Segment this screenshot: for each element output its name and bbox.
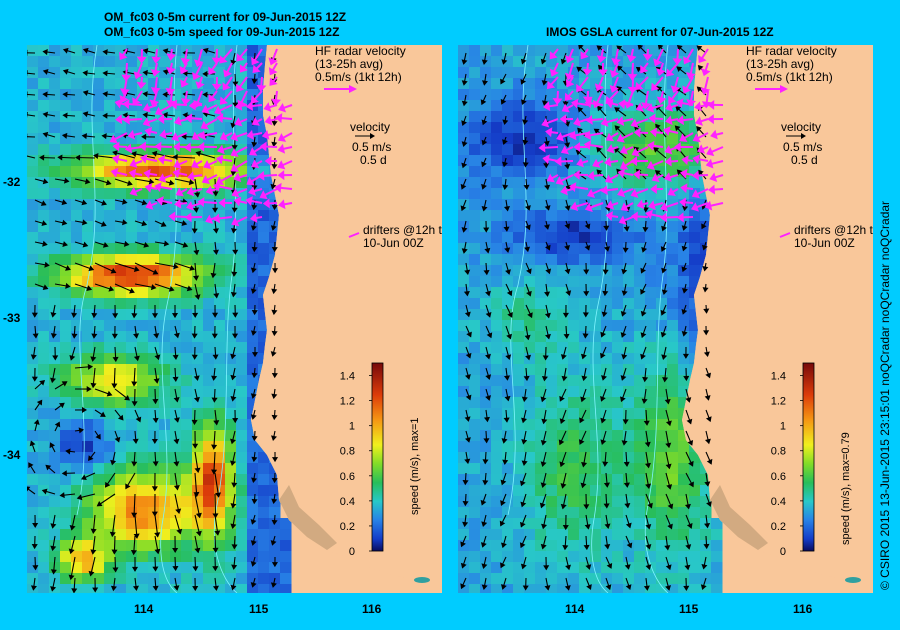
colorbar-tick-label: 0.4 <box>340 496 355 508</box>
left-drifters-line1: drifters @12h to <box>363 223 442 237</box>
island <box>845 577 861 583</box>
colorbar-tick-label: 1 <box>349 421 355 433</box>
colorbar-tick-label: 1.4 <box>340 371 355 383</box>
x-tick-115-left: 115 <box>249 602 269 616</box>
colorbar-tick-label: 0 <box>780 546 786 558</box>
left-velocity-time: 0.5 d <box>360 153 387 167</box>
left-hf-scale: 0.5m/s (1kt 12h) <box>315 70 402 84</box>
island <box>414 577 430 583</box>
colorbar-tick-label: 1.2 <box>771 396 786 408</box>
colorbar-tick-label: 0.2 <box>771 521 786 533</box>
right-drifters-line1: drifters @12h to <box>794 223 873 237</box>
y-tick-33: -33 <box>3 311 21 325</box>
y-tick-34: -34 <box>3 448 21 462</box>
colorbar-tick-label: 0.8 <box>771 446 786 458</box>
x-tick-114-right: 114 <box>565 602 585 616</box>
left-velocity-label: velocity <box>350 120 391 134</box>
right-velocity-label: velocity <box>781 120 822 134</box>
right-hf-scale: 0.5m/s (1kt 12h) <box>746 70 833 84</box>
left-colorbar-title: speed (m/s), max=1 <box>409 417 421 515</box>
left-title-line2: OM_fc03 0-5m speed for 09-Jun-2015 12Z <box>104 25 340 39</box>
left-velocity-speed: 0.5 m/s <box>352 140 392 154</box>
left-hf-avg: (13-25h avg) <box>315 57 384 71</box>
speed-grid <box>458 45 723 593</box>
right-drifters-line2: 10-Jun 00Z <box>794 236 855 250</box>
colorbar-tick-label: 0.4 <box>771 496 786 508</box>
left-drifters-line2: 10-Jun 00Z <box>363 236 424 250</box>
colorbar-tick-label: 1.2 <box>340 396 355 408</box>
right-colorbar-title: speed (m/s), max=0.79 <box>840 432 852 545</box>
x-tick-116-left: 116 <box>362 602 382 616</box>
colorbar-tick-label: 0.8 <box>340 446 355 458</box>
x-tick-116-right: 116 <box>793 602 813 616</box>
x-tick-114-left: 114 <box>134 602 154 616</box>
colorbar-tick-label: 1.4 <box>771 371 786 383</box>
right-velocity-time: 0.5 d <box>791 153 818 167</box>
speed-grid <box>27 45 292 593</box>
colorbar-tick-label: 0.6 <box>771 471 786 483</box>
right-hf-avg: (13-25h avg) <box>746 57 815 71</box>
y-tick-32: -32 <box>3 175 21 189</box>
left-map-panel[interactable]: 1.4 1.2 1 0.8 0.6 0.4 0.2 0 HF radar velocity (… <box>27 45 442 593</box>
colorbar-tick-label: 0 <box>349 546 355 558</box>
left-title-line1: OM_fc03 0-5m current for 09-Jun-2015 12Z <box>104 10 347 24</box>
colorbar-tick-label: 0.2 <box>340 521 355 533</box>
colorbar-tick-label: 1 <box>780 421 786 433</box>
credit-text: © CSIRO 2015 13-Jun-2015 23:15:01 noQCra… <box>878 200 892 590</box>
right-title: IMOS GSLA current for 07-Jun-2015 12Z <box>546 25 774 39</box>
x-tick-115-right: 115 <box>679 602 699 616</box>
colorbar-tick-label: 0.6 <box>340 471 355 483</box>
right-map-panel[interactable]: 1.4 1.2 1 0.8 0.6 0.4 0.2 0 HF radar velocity (… <box>458 45 873 593</box>
right-velocity-speed: 0.5 m/s <box>783 140 823 154</box>
